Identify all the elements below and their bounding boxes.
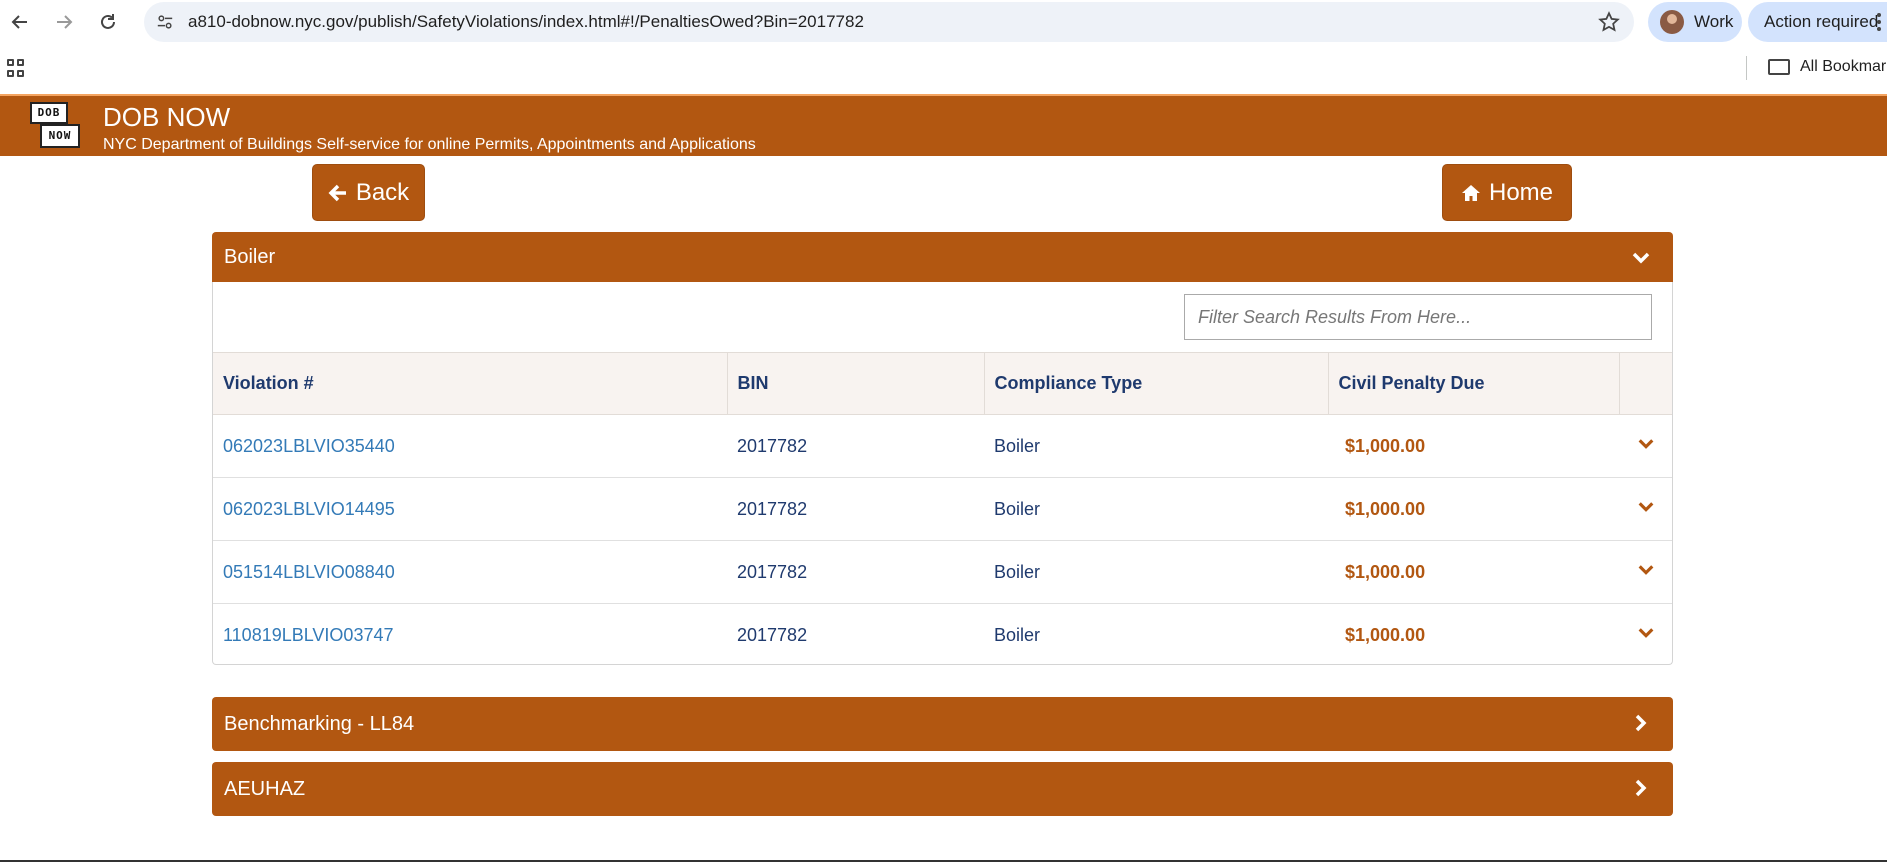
chevron-down-icon — [1632, 252, 1650, 264]
aeuhaz-panel: AEUHAZ — [212, 762, 1673, 816]
profile-label: Work — [1694, 12, 1734, 31]
app-title: DOB NOW — [103, 102, 231, 132]
forward-arrow-icon[interactable] — [46, 4, 82, 40]
reload-icon[interactable] — [90, 4, 126, 40]
compliance-type-cell: Boiler — [984, 414, 1328, 478]
action-required-label: Action required — [1764, 12, 1879, 31]
table-row: 062023LBLVIO14495 2017782 Boiler $1,000.… — [213, 477, 1672, 541]
home-button[interactable]: Home — [1442, 164, 1572, 221]
chevron-down-icon — [1638, 628, 1653, 638]
boiler-panel-header[interactable]: Boiler — [212, 232, 1673, 282]
profile-button[interactable]: Work — [1648, 2, 1742, 42]
avatar — [1660, 10, 1684, 34]
bin-cell: 2017782 — [737, 624, 808, 645]
browser-toolbar: a810-dobnow.nyc.gov/publish/SafetyViolat… — [0, 0, 1887, 44]
chevron-right-icon — [1635, 779, 1647, 797]
violation-link[interactable]: 062023LBLVIO35440 — [213, 414, 727, 478]
boiler-panel: Boiler Violation # BIN Compliance Type C… — [212, 232, 1673, 665]
divider — [1746, 56, 1747, 80]
expand-row-button[interactable] — [1619, 604, 1672, 667]
logo-top-text: DOB — [30, 102, 68, 124]
compliance-type-cell: Boiler — [984, 477, 1328, 541]
url-text[interactable]: a810-dobnow.nyc.gov/publish/SafetyViolat… — [188, 12, 864, 32]
back-arrow-icon[interactable] — [2, 4, 38, 40]
site-settings-icon[interactable] — [154, 11, 176, 33]
column-header-expand — [1619, 352, 1672, 415]
bookmarks-bar: All Bookmarks — [0, 44, 1887, 94]
boiler-panel-body: Violation # BIN Compliance Type Civil Pe… — [212, 282, 1673, 665]
action-required-button[interactable]: Action required — [1748, 2, 1887, 42]
panel-title: Boiler — [224, 245, 276, 268]
dob-now-logo: DOB NOW — [30, 102, 80, 152]
column-header-civil-penalty[interactable]: Civil Penalty Due — [1328, 352, 1620, 415]
panel-title: Benchmarking - LL84 — [224, 712, 415, 735]
home-label: Home — [1488, 178, 1554, 206]
table-row: 062023LBLVIO35440 2017782 Boiler $1,000.… — [213, 414, 1672, 478]
chevron-down-icon — [1638, 438, 1653, 449]
filter-search-input[interactable] — [1184, 294, 1652, 340]
compliance-type-cell: Boiler — [984, 540, 1328, 604]
chevron-down-icon — [1638, 564, 1653, 575]
apps-grid-icon[interactable] — [7, 59, 25, 77]
back-label: Back — [355, 178, 410, 206]
penalty-cell: $1,000.00 — [1345, 624, 1426, 645]
benchmarking-panel-header[interactable]: Benchmarking - LL84 — [212, 697, 1673, 751]
address-bar[interactable]: a810-dobnow.nyc.gov/publish/SafetyViolat… — [144, 2, 1634, 42]
table-row: 110819LBLVIO03747 2017782 Boiler $1,000.… — [213, 604, 1672, 667]
penalty-cell: $1,000.00 — [1328, 477, 1619, 541]
bookmark-star-icon[interactable] — [1598, 11, 1620, 33]
app-subtitle: NYC Department of Buildings Self-service… — [103, 136, 756, 153]
aeuhaz-panel-header[interactable]: AEUHAZ — [212, 762, 1673, 816]
expand-row-button[interactable] — [1619, 477, 1672, 541]
folder-icon — [1768, 59, 1790, 75]
table-header-row: Violation # BIN Compliance Type Civil Pe… — [213, 352, 1672, 415]
arrow-left-icon — [328, 184, 346, 201]
violation-link[interactable]: 051514LBLVIO08840 — [213, 540, 727, 604]
home-icon — [1461, 184, 1480, 201]
bin-cell: 2017782 — [727, 414, 984, 478]
compliance-type-cell: Boiler — [994, 624, 1041, 645]
chevron-right-icon — [1635, 714, 1647, 732]
menu-icon[interactable] — [1876, 12, 1882, 32]
all-bookmarks-label: All Bookmarks — [1800, 58, 1887, 75]
violation-link[interactable]: 062023LBLVIO14495 — [213, 477, 727, 541]
penalty-cell: $1,000.00 — [1328, 414, 1619, 478]
column-header-bin[interactable]: BIN — [727, 352, 985, 415]
bin-cell: 2017782 — [727, 540, 984, 604]
column-header-compliance-type[interactable]: Compliance Type — [984, 352, 1329, 415]
logo-bottom-text: NOW — [40, 124, 80, 148]
penalty-cell: $1,000.00 — [1328, 540, 1619, 604]
violation-link[interactable]: 110819LBLVIO03747 — [213, 604, 727, 667]
chevron-down-icon — [1638, 501, 1653, 512]
expand-row-button[interactable] — [1619, 540, 1672, 604]
bin-cell: 2017782 — [727, 477, 984, 541]
expand-row-button[interactable] — [1619, 414, 1672, 478]
back-button[interactable]: Back — [312, 164, 425, 221]
violations-table: Violation # BIN Compliance Type Civil Pe… — [213, 352, 1672, 667]
all-bookmarks-button[interactable]: All Bookmarks — [1768, 58, 1887, 76]
benchmarking-panel: Benchmarking - LL84 — [212, 697, 1673, 751]
app-header: DOB NOW DOB NOW NYC Department of Buildi… — [0, 94, 1887, 156]
panel-title: AEUHAZ — [224, 777, 306, 800]
column-header-violation[interactable]: Violation # — [213, 352, 728, 415]
table-row: 051514LBLVIO08840 2017782 Boiler $1,000.… — [213, 540, 1672, 604]
